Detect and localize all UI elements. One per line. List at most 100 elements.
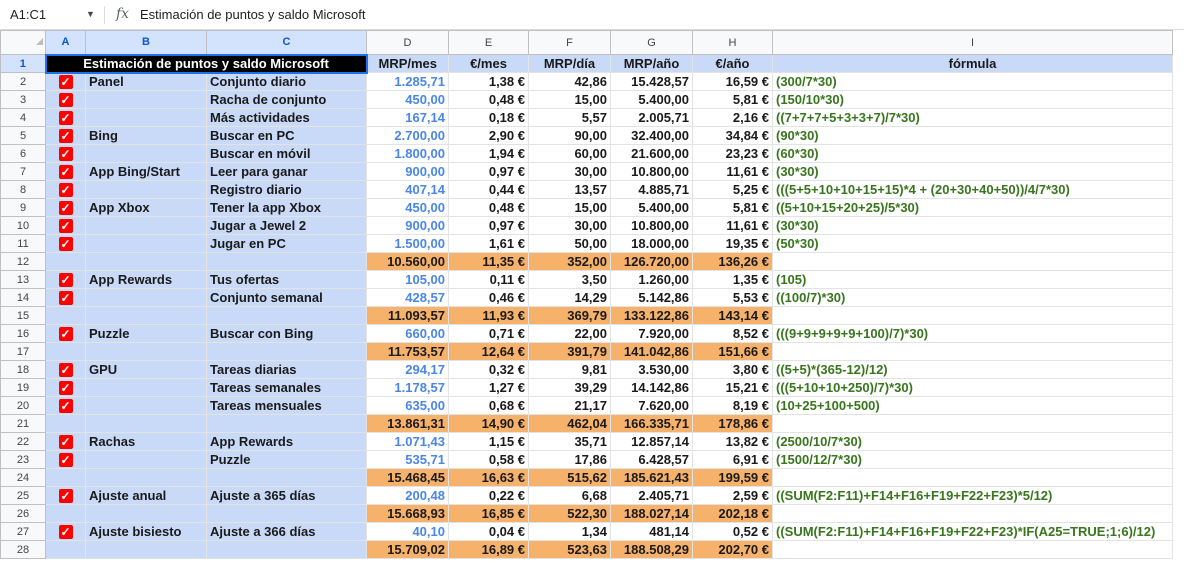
checkbox-checked-icon[interactable]: ✓ bbox=[58, 435, 73, 450]
mrp-month-cell[interactable]: 2.700,00 bbox=[366, 126, 449, 145]
checkbox-cell[interactable]: ✓ bbox=[45, 450, 86, 469]
checkbox-cell[interactable]: ✓ bbox=[45, 270, 86, 289]
mrp-month-cell[interactable]: 13.861,31 bbox=[366, 414, 449, 433]
select-all-corner[interactable] bbox=[36, 38, 43, 45]
column-title-d[interactable]: MRP/mes bbox=[366, 54, 449, 73]
activity-cell[interactable]: Tareas semanales bbox=[206, 378, 367, 397]
activity-cell[interactable]: Tener la app Xbox bbox=[206, 198, 367, 217]
eur-month-cell[interactable]: 16,85 € bbox=[448, 504, 529, 523]
formula-text-cell[interactable]: (((5+5+10+10+15+15)*4 + (20+30+40+50))/4… bbox=[772, 180, 1173, 199]
row-header[interactable]: 7 bbox=[0, 162, 46, 181]
mrp-day-cell[interactable]: 462,04 bbox=[528, 414, 611, 433]
eur-month-cell[interactable]: 11,35 € bbox=[448, 252, 529, 271]
row-header[interactable]: 19 bbox=[0, 378, 46, 397]
mrp-year-cell[interactable]: 5.142,86 bbox=[610, 288, 693, 307]
checkbox-checked-icon[interactable]: ✓ bbox=[58, 381, 73, 396]
mrp-month-cell[interactable]: 407,14 bbox=[366, 180, 449, 199]
mrp-month-cell[interactable]: 10.560,00 bbox=[366, 252, 449, 271]
mrp-year-cell[interactable]: 1.260,00 bbox=[610, 270, 693, 289]
row-header[interactable]: 20 bbox=[0, 396, 46, 415]
column-title-f[interactable]: MRP/día bbox=[528, 54, 611, 73]
mrp-day-cell[interactable]: 1,34 bbox=[528, 522, 611, 541]
mrp-month-cell[interactable]: 294,17 bbox=[366, 360, 449, 379]
column-header-i[interactable]: I bbox=[772, 30, 1173, 55]
eur-month-cell[interactable]: 1,27 € bbox=[448, 378, 529, 397]
category-cell[interactable] bbox=[85, 342, 207, 361]
category-cell[interactable]: Ajuste anual bbox=[85, 486, 207, 505]
eur-year-cell[interactable]: 19,35 € bbox=[692, 234, 773, 253]
mrp-year-cell[interactable]: 166.335,71 bbox=[610, 414, 693, 433]
eur-month-cell[interactable]: 0,18 € bbox=[448, 108, 529, 127]
eur-month-cell[interactable]: 1,15 € bbox=[448, 432, 529, 451]
formula-text-cell[interactable]: (((5+10+10+250)/7)*30) bbox=[772, 378, 1173, 397]
activity-cell[interactable] bbox=[206, 306, 367, 325]
row-header[interactable]: 17 bbox=[0, 342, 46, 361]
formula-input[interactable]: Estimación de puntos y saldo Microsoft bbox=[140, 7, 365, 22]
row-header[interactable]: 26 bbox=[0, 504, 46, 523]
mrp-month-cell[interactable]: 1.178,57 bbox=[366, 378, 449, 397]
checkbox-cell[interactable]: ✓ bbox=[45, 180, 86, 199]
column-title-h[interactable]: €/año bbox=[692, 54, 773, 73]
mrp-day-cell[interactable]: 42,86 bbox=[528, 72, 611, 91]
activity-cell[interactable]: App Rewards bbox=[206, 432, 367, 451]
category-cell[interactable]: App Xbox bbox=[85, 198, 207, 217]
eur-year-cell[interactable]: 16,59 € bbox=[692, 72, 773, 91]
checkbox-cell[interactable]: ✓ bbox=[45, 360, 86, 379]
column-title-g[interactable]: MRP/año bbox=[610, 54, 693, 73]
eur-year-cell[interactable]: 11,61 € bbox=[692, 162, 773, 181]
mrp-year-cell[interactable]: 2.405,71 bbox=[610, 486, 693, 505]
checkbox-cell[interactable]: ✓ bbox=[45, 216, 86, 235]
column-header-c[interactable]: C bbox=[206, 30, 367, 55]
eur-year-cell[interactable]: 8,52 € bbox=[692, 324, 773, 343]
category-cell[interactable]: GPU bbox=[85, 360, 207, 379]
mrp-month-cell[interactable]: 15.468,45 bbox=[366, 468, 449, 487]
row-header[interactable]: 9 bbox=[0, 198, 46, 217]
activity-cell[interactable]: Tus ofertas bbox=[206, 270, 367, 289]
mrp-year-cell[interactable]: 185.621,43 bbox=[610, 468, 693, 487]
column-header-b[interactable]: B bbox=[85, 30, 207, 55]
checkbox-cell[interactable]: ✓ bbox=[45, 324, 86, 343]
eur-month-cell[interactable]: 0,58 € bbox=[448, 450, 529, 469]
activity-cell[interactable]: Buscar con Bing bbox=[206, 324, 367, 343]
checkbox-cell[interactable]: ✓ bbox=[45, 432, 86, 451]
formula-text-cell[interactable]: (10+25+100+500) bbox=[772, 396, 1173, 415]
checkbox-cell[interactable]: ✓ bbox=[45, 234, 86, 253]
eur-year-cell[interactable]: 5,53 € bbox=[692, 288, 773, 307]
eur-month-cell[interactable]: 1,38 € bbox=[448, 72, 529, 91]
mrp-day-cell[interactable]: 30,00 bbox=[528, 216, 611, 235]
checkbox-checked-icon[interactable]: ✓ bbox=[58, 489, 73, 504]
eur-month-cell[interactable]: 1,94 € bbox=[448, 144, 529, 163]
formula-text-cell[interactable]: ((100/7)*30) bbox=[772, 288, 1173, 307]
activity-cell[interactable] bbox=[206, 540, 367, 559]
activity-cell[interactable]: Buscar en PC bbox=[206, 126, 367, 145]
category-cell[interactable] bbox=[85, 414, 207, 433]
checkbox-cell[interactable]: ✓ bbox=[45, 144, 86, 163]
eur-year-cell[interactable]: 3,80 € bbox=[692, 360, 773, 379]
mrp-day-cell[interactable]: 30,00 bbox=[528, 162, 611, 181]
checkbox-checked-icon[interactable]: ✓ bbox=[58, 183, 73, 198]
eur-month-cell[interactable]: 0,22 € bbox=[448, 486, 529, 505]
formula-text-cell[interactable] bbox=[772, 468, 1173, 487]
eur-year-cell[interactable]: 6,91 € bbox=[692, 450, 773, 469]
eur-month-cell[interactable]: 0,71 € bbox=[448, 324, 529, 343]
category-cell[interactable] bbox=[85, 180, 207, 199]
mrp-year-cell[interactable]: 3.530,00 bbox=[610, 360, 693, 379]
row-header[interactable]: 10 bbox=[0, 216, 46, 235]
eur-month-cell[interactable]: 16,63 € bbox=[448, 468, 529, 487]
mrp-month-cell[interactable]: 1.800,00 bbox=[366, 144, 449, 163]
formula-text-cell[interactable] bbox=[772, 504, 1173, 523]
category-cell[interactable]: Rachas bbox=[85, 432, 207, 451]
mrp-month-cell[interactable]: 535,71 bbox=[366, 450, 449, 469]
mrp-month-cell[interactable]: 450,00 bbox=[366, 198, 449, 217]
mrp-day-cell[interactable]: 39,29 bbox=[528, 378, 611, 397]
row-header[interactable]: 15 bbox=[0, 306, 46, 325]
checkbox-checked-icon[interactable]: ✓ bbox=[58, 75, 73, 90]
eur-year-cell[interactable]: 199,59 € bbox=[692, 468, 773, 487]
eur-month-cell[interactable]: 0,44 € bbox=[448, 180, 529, 199]
mrp-year-cell[interactable]: 481,14 bbox=[610, 522, 693, 541]
mrp-year-cell[interactable]: 5.400,00 bbox=[610, 198, 693, 217]
mrp-month-cell[interactable]: 1.285,71 bbox=[366, 72, 449, 91]
mrp-day-cell[interactable]: 90,00 bbox=[528, 126, 611, 145]
eur-year-cell[interactable]: 178,86 € bbox=[692, 414, 773, 433]
eur-month-cell[interactable]: 12,64 € bbox=[448, 342, 529, 361]
